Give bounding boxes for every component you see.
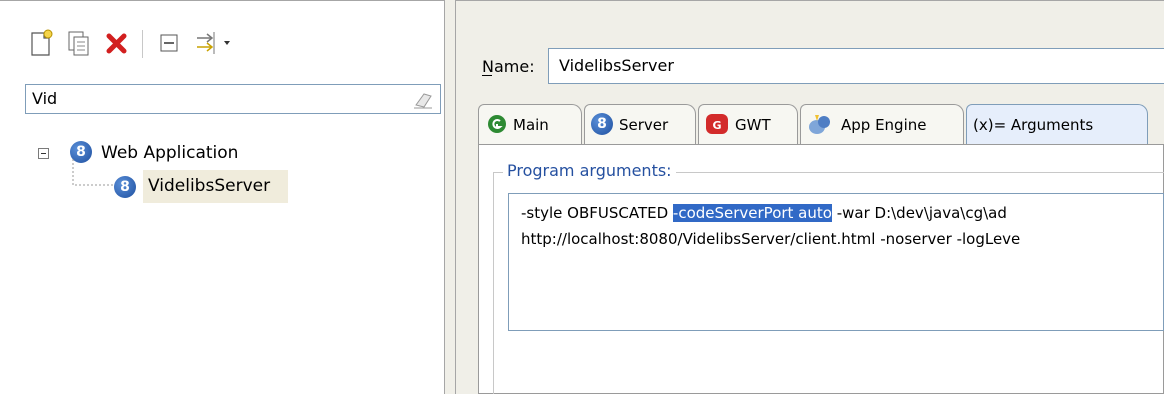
config-tabs: Main 8 Server G GWT App Engine (x)= Argu… (478, 104, 1164, 144)
delete-icon (106, 33, 127, 54)
tab-server-label: Server (619, 116, 669, 134)
app-engine-icon (809, 115, 830, 134)
tab-main[interactable]: Main (478, 104, 582, 144)
toolbar-separator (142, 30, 143, 58)
filter-menu-button[interactable] (192, 28, 236, 58)
server-icon: 8 (591, 113, 613, 135)
server-config-icon: 8 (114, 176, 136, 198)
arguments-line-1-pre: -style OBFUSCATED (521, 204, 673, 222)
collapse-all-button[interactable] (154, 28, 184, 58)
tab-server[interactable]: 8 Server (584, 104, 696, 144)
tab-gwt[interactable]: G GWT (698, 104, 798, 144)
new-config-button[interactable] (26, 28, 56, 58)
program-arguments-label: Program arguments: (503, 161, 676, 180)
tree-item-videlibs-server[interactable]: VidelibsServer (148, 176, 270, 196)
name-input[interactable]: VidelibsServer (548, 48, 1164, 84)
arguments-selected-text: -codeServerPort auto (672, 204, 832, 222)
arguments-line-2: http://localhost:8080/VidelibsServer/cli… (521, 230, 1021, 248)
delete-config-button[interactable] (102, 28, 132, 58)
program-arguments-textarea[interactable]: -style OBFUSCATED -codeServerPort auto -… (508, 193, 1164, 331)
tab-main-label: Main (513, 116, 549, 134)
clear-filter-button[interactable] (412, 90, 434, 110)
filter-input[interactable]: Vid (25, 84, 441, 114)
eraser-icon (414, 93, 432, 109)
tab-app-engine[interactable]: App Engine (800, 104, 964, 144)
tab-arguments-label: (x)= Arguments (973, 116, 1094, 134)
collapse-all-icon (160, 34, 178, 52)
filter-arrows-icon (197, 32, 230, 54)
main-icon (488, 115, 506, 133)
name-input-value: VidelibsServer (559, 56, 674, 75)
filter-input-value: Vid (32, 89, 58, 108)
name-label-mnemonic-underline (482, 75, 492, 76)
tree-collapse-toggle[interactable] (38, 148, 49, 159)
tab-arguments[interactable]: (x)= Arguments (966, 104, 1148, 144)
tree-connector-lines (72, 159, 113, 186)
launch-config-toolbar (24, 28, 284, 62)
svg-text:G: G (712, 119, 721, 132)
duplicate-icon (68, 31, 89, 56)
name-label: Name: (482, 57, 535, 76)
arguments-line-1-post: -war D:\dev\java\cg\ad (831, 204, 1007, 222)
gwt-icon: G (706, 114, 728, 134)
tree-item-web-application[interactable]: Web Application (101, 143, 238, 163)
tab-gwt-label: GWT (735, 116, 771, 134)
tab-app-engine-label: App Engine (841, 116, 927, 134)
new-document-icon (31, 29, 53, 56)
duplicate-config-button[interactable] (64, 28, 94, 58)
arguments-line-1: -style OBFUSCATED -codeServerPort auto -… (521, 204, 1007, 222)
